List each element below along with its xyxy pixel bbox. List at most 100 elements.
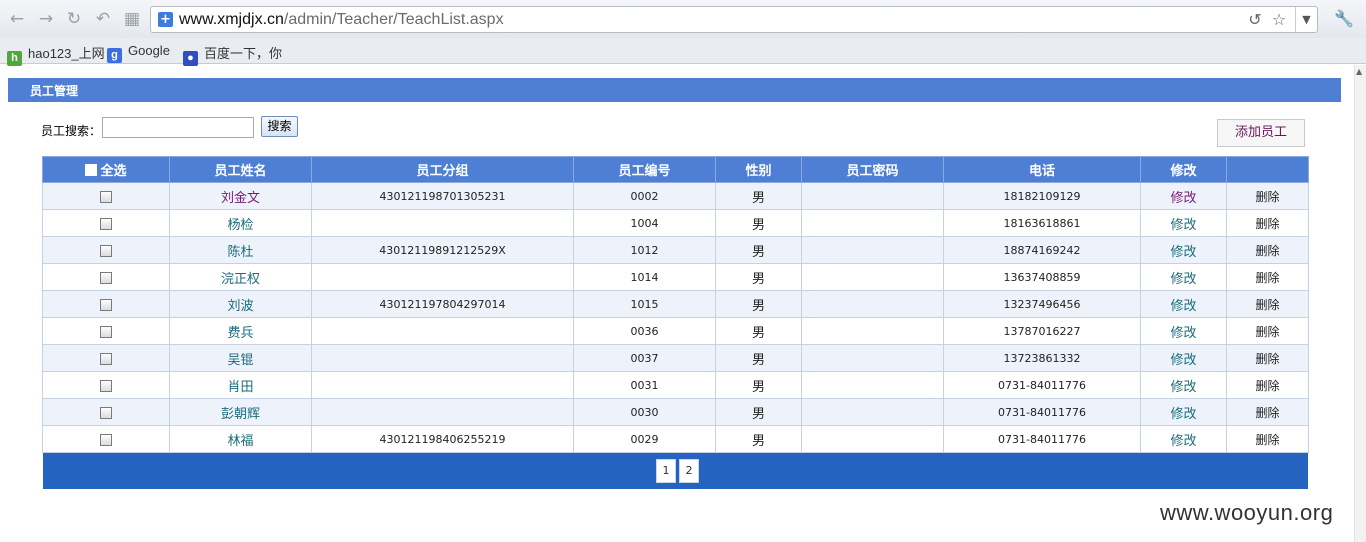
row-checkbox[interactable] bbox=[100, 433, 112, 446]
edit-link[interactable]: 修改 bbox=[1170, 380, 1196, 395]
cell-name: 刘金文 bbox=[169, 182, 312, 210]
bookmark-label: 百度一下，你 bbox=[204, 46, 283, 61]
cell-group bbox=[311, 317, 574, 345]
apps-grid-icon[interactable]: ▦ bbox=[122, 9, 142, 29]
pager: 1 2 bbox=[43, 453, 1308, 489]
cell-delete: 删除 bbox=[1226, 263, 1309, 291]
row-select-cell bbox=[42, 398, 170, 426]
cell-name: 浣正权 bbox=[169, 263, 312, 291]
edit-link[interactable]: 修改 bbox=[1170, 272, 1196, 287]
cell-id: 1015 bbox=[573, 290, 716, 318]
bookmark-google[interactable]: g Google bbox=[107, 43, 170, 63]
cell-id: 1012 bbox=[573, 236, 716, 264]
delete-link[interactable]: 删除 bbox=[1255, 271, 1279, 285]
address-url[interactable]: www.xmjdjx.cn/admin/Teacher/TeachList.as… bbox=[179, 11, 504, 29]
delete-link[interactable]: 删除 bbox=[1255, 352, 1279, 366]
delete-link[interactable]: 删除 bbox=[1255, 244, 1279, 258]
edit-link[interactable]: 修改 bbox=[1170, 245, 1196, 260]
cell-id: 0029 bbox=[573, 425, 716, 453]
edit-link[interactable]: 修改 bbox=[1170, 353, 1196, 368]
section-header: 员工管理 bbox=[8, 78, 1341, 102]
row-checkbox[interactable] bbox=[100, 298, 112, 311]
delete-link[interactable]: 删除 bbox=[1255, 433, 1279, 447]
header-delete bbox=[1226, 156, 1309, 183]
row-checkbox[interactable] bbox=[100, 217, 112, 230]
cell-gender: 男 bbox=[715, 344, 802, 372]
employee-name: 浣正权 bbox=[220, 271, 260, 287]
cell-edit: 修改 bbox=[1140, 398, 1227, 426]
page-link-2[interactable]: 2 bbox=[679, 459, 699, 483]
delete-link[interactable]: 删除 bbox=[1255, 298, 1279, 312]
page-scrollbar[interactable]: ▲ bbox=[1354, 65, 1366, 542]
table-row: 费兵 0036 男 13787016227 修改 删除 bbox=[42, 317, 1309, 345]
cell-password bbox=[801, 425, 944, 453]
watermark-text: www.wooyun.org bbox=[1160, 500, 1334, 525]
row-checkbox[interactable] bbox=[100, 352, 112, 365]
add-employee-button[interactable]: 添加员工 bbox=[1217, 119, 1305, 147]
table-row: 吴锟 0037 男 13723861332 修改 删除 bbox=[42, 344, 1309, 372]
row-checkbox[interactable] bbox=[100, 244, 112, 257]
address-bar[interactable]: + www.xmjdjx.cn/admin/Teacher/TeachList.… bbox=[150, 6, 1318, 33]
back-icon[interactable]: ← bbox=[7, 9, 27, 29]
address-dropdown-icon[interactable]: ▼ bbox=[1295, 7, 1317, 32]
row-checkbox[interactable] bbox=[100, 271, 112, 284]
reload-icon[interactable]: ↻ bbox=[64, 9, 84, 29]
edit-link[interactable]: 修改 bbox=[1170, 407, 1196, 422]
security-shield-icon: + bbox=[158, 12, 173, 27]
cell-password bbox=[801, 263, 944, 291]
employee-name: 肖田 bbox=[227, 379, 254, 395]
compat-mode-icon[interactable]: ↺ bbox=[1245, 10, 1265, 29]
edit-link[interactable]: 修改 bbox=[1170, 218, 1196, 233]
cell-password bbox=[801, 290, 944, 318]
cell-phone: 0731-84011776 bbox=[943, 425, 1141, 453]
row-checkbox[interactable] bbox=[100, 379, 112, 392]
select-all-checkbox[interactable] bbox=[85, 164, 98, 176]
edit-link[interactable]: 修改 bbox=[1170, 299, 1196, 314]
gender-value: 男 bbox=[751, 433, 765, 449]
table-row: 肖田 0031 男 0731-84011776 修改 删除 bbox=[42, 371, 1309, 399]
undo-close-icon[interactable]: ↶ bbox=[93, 9, 113, 29]
gender-value: 男 bbox=[751, 298, 765, 314]
cell-name: 费兵 bbox=[169, 317, 312, 345]
row-select-cell bbox=[42, 317, 170, 345]
cell-phone: 13787016227 bbox=[943, 317, 1141, 345]
edit-link[interactable]: 修改 bbox=[1170, 434, 1196, 449]
edit-link[interactable]: 修改 bbox=[1170, 326, 1196, 341]
employee-name: 吴锟 bbox=[227, 352, 254, 368]
search-button[interactable]: 搜索 bbox=[261, 116, 298, 137]
row-checkbox[interactable] bbox=[100, 325, 112, 338]
star-icon[interactable]: ☆ bbox=[1269, 10, 1289, 29]
bookmarks-bar: h hao123_上网 g Google ● 百度一下，你 bbox=[0, 38, 1366, 66]
cell-phone: 18874169242 bbox=[943, 236, 1141, 264]
cell-delete: 删除 bbox=[1226, 371, 1309, 399]
row-select-cell bbox=[42, 182, 170, 210]
delete-link[interactable]: 删除 bbox=[1255, 325, 1279, 339]
cell-edit: 修改 bbox=[1140, 182, 1227, 210]
browser-toolbar: ← → ↻ ↶ ▦ + www.xmjdjx.cn/admin/Teacher/… bbox=[0, 0, 1366, 38]
header-select-all[interactable]: 全选 bbox=[42, 156, 170, 183]
cell-group bbox=[311, 209, 574, 237]
search-input[interactable] bbox=[102, 117, 254, 138]
delete-link[interactable]: 删除 bbox=[1255, 379, 1279, 393]
section-title: 员工管理 bbox=[30, 84, 79, 98]
cell-name: 吴锟 bbox=[169, 344, 312, 372]
forward-icon[interactable]: → bbox=[36, 9, 56, 29]
cell-delete: 删除 bbox=[1226, 290, 1309, 318]
gender-value: 男 bbox=[751, 352, 765, 368]
wrench-menu-icon[interactable]: 🔧 bbox=[1334, 9, 1354, 28]
row-checkbox[interactable] bbox=[100, 406, 112, 419]
cell-password bbox=[801, 317, 944, 345]
delete-link[interactable]: 删除 bbox=[1255, 217, 1279, 231]
row-checkbox[interactable] bbox=[100, 190, 112, 203]
cell-delete: 删除 bbox=[1226, 425, 1309, 453]
employee-name: 林福 bbox=[227, 433, 254, 449]
scroll-up-icon[interactable]: ▲ bbox=[1356, 67, 1362, 76]
page-link-1[interactable]: 1 bbox=[656, 459, 676, 483]
bookmark-baidu[interactable]: ● 百度一下，你 bbox=[183, 43, 282, 66]
table-row: 杨检 1004 男 18163618861 修改 删除 bbox=[42, 209, 1309, 237]
table-row: 林福 430121198406255219 0029 男 0731-84011776 修改… bbox=[42, 425, 1309, 453]
bookmark-hao123[interactable]: h hao123_上网 bbox=[7, 43, 105, 66]
delete-link[interactable]: 删除 bbox=[1255, 406, 1279, 420]
delete-link[interactable]: 删除 bbox=[1255, 190, 1279, 204]
edit-link[interactable]: 修改 bbox=[1170, 191, 1196, 206]
